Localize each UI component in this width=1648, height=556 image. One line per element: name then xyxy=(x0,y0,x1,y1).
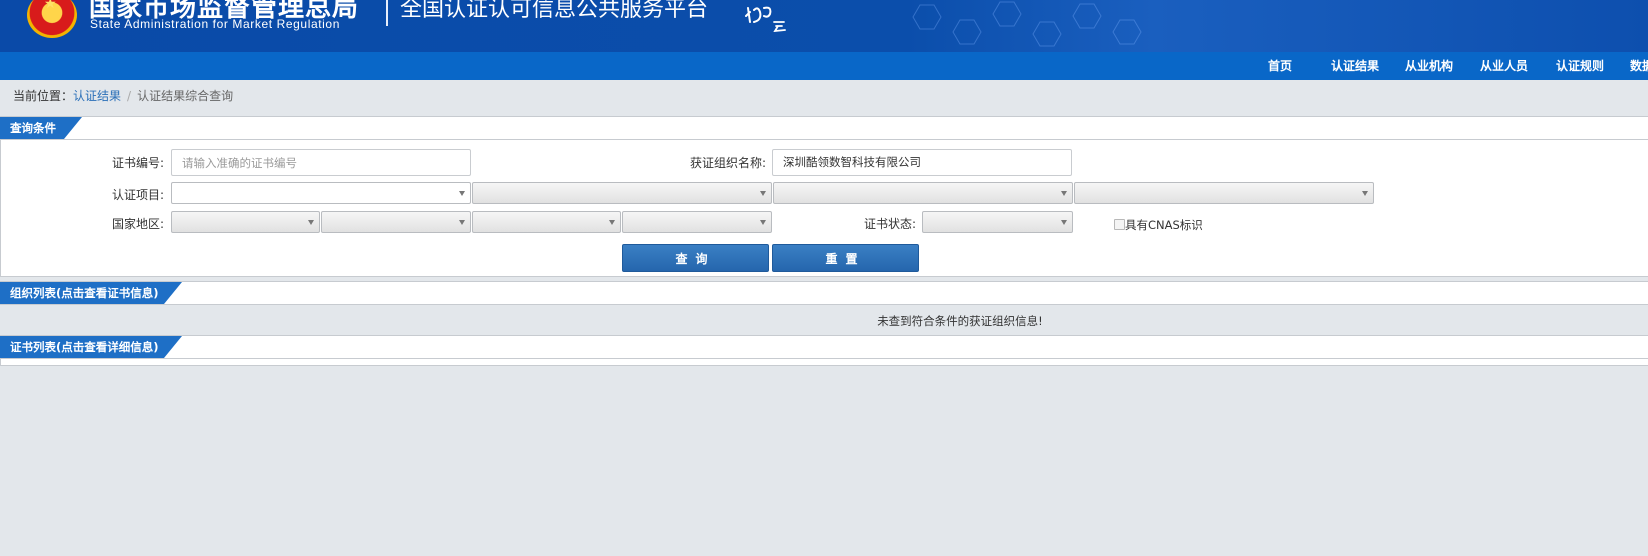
region-label: 国家地区: xyxy=(112,217,165,231)
cnas-checkbox[interactable] xyxy=(1114,219,1125,230)
cnas-checkbox-label: 具有CNAS标识 xyxy=(1125,218,1203,232)
breadcrumb-current: 认证结果综合查询 xyxy=(137,89,234,103)
cert-list-body xyxy=(0,359,1648,366)
nav-personnel[interactable]: 从业人员 xyxy=(1480,52,1528,80)
breadcrumb-link-cert-results[interactable]: 认证结果 xyxy=(73,89,121,103)
cnas-checkbox-row[interactable]: 具有CNAS标识 xyxy=(1114,218,1203,232)
national-emblem-icon: ★ xyxy=(27,0,77,38)
chevron-down-icon xyxy=(1362,191,1368,196)
breadcrumb-label: 当前位置： xyxy=(13,89,74,103)
nav-data[interactable]: 数据 xyxy=(1630,52,1648,80)
cert-item-label: 认证项目: xyxy=(112,188,165,202)
chevron-down-icon xyxy=(459,220,465,225)
cert-number-label: 证书编号: xyxy=(112,156,165,170)
nav-home[interactable]: 首页 xyxy=(1268,52,1292,80)
org-list-header: 组织列表(点击查看证书信息) xyxy=(0,281,1648,305)
nav-cert-rules[interactable]: 认证规则 xyxy=(1556,52,1604,80)
nav-cert-results[interactable]: 认证结果 xyxy=(1331,52,1379,80)
org-name-en: State Administration for Market Regulati… xyxy=(90,17,340,31)
nav-institutions[interactable]: 从业机构 xyxy=(1405,52,1453,80)
chevron-down-icon xyxy=(459,191,465,196)
chevron-down-icon xyxy=(1061,220,1067,225)
cert-item-select-2[interactable] xyxy=(472,182,772,204)
org-list-empty-message: 未查到符合条件的获证组织信息! xyxy=(877,314,1043,328)
chevron-down-icon xyxy=(760,220,766,225)
org-name-input[interactable]: 深圳酷领数智科技有限公司 xyxy=(772,149,1072,176)
chevron-down-icon xyxy=(609,220,615,225)
org-list-title: 组织列表(点击查看证书信息) xyxy=(0,282,182,304)
region-select-3[interactable] xyxy=(472,211,621,233)
region-select-2[interactable] xyxy=(321,211,471,233)
query-panel-header: 查询条件 xyxy=(0,116,1648,140)
cert-number-input[interactable] xyxy=(171,149,471,176)
query-button[interactable]: 查询 xyxy=(622,244,769,272)
cert-list-header: 证书列表(点击查看详细信息) xyxy=(0,335,1648,359)
reset-button[interactable]: 重置 xyxy=(772,244,919,272)
org-name-label: 获证组织名称: xyxy=(690,156,767,170)
cert-item-select-4[interactable] xyxy=(1074,182,1374,204)
breadcrumb: 当前位置：认证结果 / 认证结果综合查询 xyxy=(13,88,233,104)
chevron-down-icon xyxy=(760,191,766,196)
status-select[interactable] xyxy=(922,211,1073,233)
hexagon-pattern xyxy=(912,1,1142,47)
header-divider xyxy=(386,0,388,26)
cert-cloud-logo xyxy=(745,6,786,32)
site-header: ★ 国家市场监督管理总局 State Administration for Ma… xyxy=(0,0,1648,52)
status-label: 证书状态: xyxy=(864,217,917,231)
query-panel-title: 查询条件 xyxy=(0,117,82,139)
platform-title: 全国认证认可信息公共服务平台 xyxy=(400,0,709,22)
breadcrumb-separator: / xyxy=(127,89,132,103)
region-select-1[interactable] xyxy=(171,211,320,233)
cert-item-select-1[interactable] xyxy=(171,182,471,204)
region-select-4[interactable] xyxy=(622,211,772,233)
chevron-down-icon xyxy=(1061,191,1067,196)
cert-list-title: 证书列表(点击查看详细信息) xyxy=(0,336,182,358)
chevron-down-icon xyxy=(308,220,314,225)
main-nav: 首页 认证结果 从业机构 从业人员 认证规则 数据 xyxy=(0,52,1648,80)
cert-item-select-3[interactable] xyxy=(773,182,1073,204)
